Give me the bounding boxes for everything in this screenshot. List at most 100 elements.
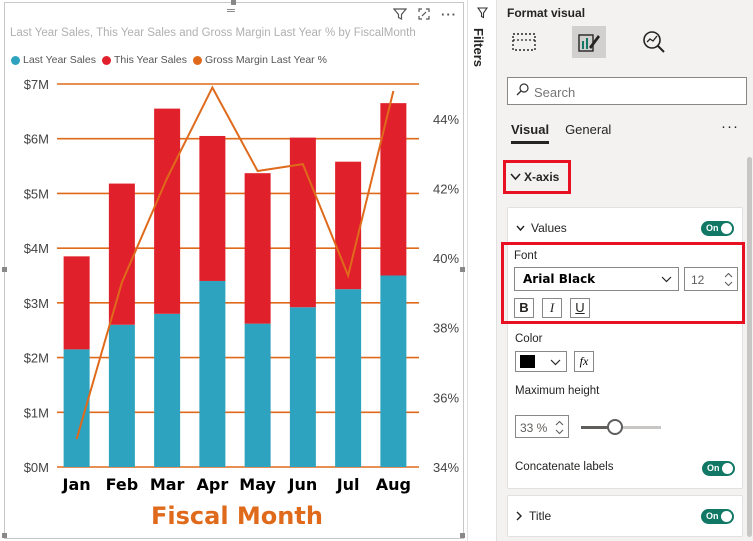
bar-this-year-sales xyxy=(108,183,135,325)
y-tick-label: $5M xyxy=(24,186,49,201)
filters-pane-collapsed[interactable]: Filters xyxy=(467,0,496,541)
bar-last-year-sales xyxy=(244,323,271,467)
section-label: X-axis xyxy=(524,170,560,184)
concatenate-toggle[interactable]: On xyxy=(702,461,735,476)
bold-button[interactable]: B xyxy=(514,298,534,318)
analytics-icon[interactable] xyxy=(637,26,671,58)
color-swatch xyxy=(520,355,535,368)
bar-last-year-sales xyxy=(380,275,407,467)
x-axis-title: Fiscal Month xyxy=(151,502,323,530)
title-header[interactable]: Title xyxy=(516,509,551,523)
bar-last-year-sales xyxy=(108,324,135,467)
bar-last-year-sales xyxy=(289,307,316,467)
conditional-format-button[interactable]: fx xyxy=(574,351,594,372)
chart-visual[interactable]: ═ ··· Last Year Sales, This Year Sales a… xyxy=(2,0,465,539)
max-height-label: Maximum height xyxy=(515,385,600,397)
title-label: Title xyxy=(529,509,552,523)
chevron-down-icon xyxy=(510,173,521,181)
max-height-stepper[interactable]: 33 % xyxy=(515,415,569,438)
search-icon xyxy=(516,83,529,99)
y-tick-label: $4M xyxy=(24,241,49,256)
bar-this-year-sales xyxy=(335,161,362,290)
x-tick-label: May xyxy=(239,475,276,494)
x-tick-label: Jul xyxy=(336,475,360,494)
build-visual-icon[interactable] xyxy=(507,26,541,58)
x-tick-label: Feb xyxy=(106,475,139,494)
values-toggle[interactable]: On xyxy=(701,221,734,236)
underline-button[interactable]: U xyxy=(570,298,590,318)
toggle-label: On xyxy=(706,511,719,521)
toggle-knob xyxy=(721,511,732,522)
format-search[interactable] xyxy=(507,77,747,105)
chevron-right-icon xyxy=(516,511,522,521)
y2-tick-label: 42% xyxy=(433,181,459,196)
font-settings-group: Font Arial Black 12 B I U xyxy=(501,242,745,324)
resize-handle[interactable] xyxy=(231,0,236,5)
x-tick-label: Jun xyxy=(288,475,318,494)
title-card: Title On xyxy=(507,495,743,537)
y2-tick-label: 40% xyxy=(433,251,459,266)
pane-title: Format visual xyxy=(507,6,586,20)
bar-last-year-sales xyxy=(154,313,181,467)
toggle-knob xyxy=(722,463,733,474)
italic-button[interactable]: I xyxy=(542,298,562,318)
concatenate-label: Concatenate labels xyxy=(515,461,614,473)
bar-last-year-sales xyxy=(335,289,362,467)
x-tick-label: Apr xyxy=(197,475,229,494)
y-tick-label: $3M xyxy=(24,296,49,311)
resize-handle[interactable] xyxy=(2,267,7,272)
values-label: Values xyxy=(531,221,567,235)
title-toggle[interactable]: On xyxy=(701,509,734,524)
chevron-down-icon xyxy=(516,225,525,231)
bar-this-year-sales xyxy=(289,137,316,308)
resize-handle[interactable] xyxy=(460,267,465,272)
chart-plot: $0M $1M $2M $3M $4M $5M $6M $7M 34% 36% 38% 40% 42% 4… xyxy=(24,77,460,494)
format-tabs: Visual General xyxy=(511,122,611,144)
y2-tick-label: 44% xyxy=(433,112,459,127)
font-family-value: Arial Black xyxy=(523,272,596,286)
tab-general[interactable]: General xyxy=(565,122,611,144)
filter-funnel-icon xyxy=(476,7,489,22)
x-tick-label: Jan xyxy=(62,475,91,494)
spin-arrows-icon[interactable] xyxy=(724,272,733,287)
y-tick-label: $2M xyxy=(24,351,49,366)
format-visual-icon[interactable] xyxy=(572,26,606,58)
max-height-slider[interactable] xyxy=(581,419,661,435)
y-tick-label: $1M xyxy=(24,405,49,420)
more-options-button[interactable]: ··· xyxy=(721,118,739,135)
x-tick-label: Aug xyxy=(376,475,411,494)
font-label: Font xyxy=(514,250,538,262)
x-tick-label: Mar xyxy=(150,475,185,494)
chevron-down-icon xyxy=(550,359,561,366)
x-axis-section-header[interactable]: X-axis xyxy=(503,160,571,194)
format-pane: Format visual Visual General ··· X-axis … xyxy=(496,0,753,541)
bar-this-year-sales xyxy=(244,173,271,324)
font-family-dropdown[interactable]: Arial Black xyxy=(514,267,679,291)
bar-this-year-sales xyxy=(63,256,90,350)
filters-label: Filters xyxy=(471,28,486,68)
y-tick-label: $7M xyxy=(24,77,49,92)
spin-arrows-icon[interactable] xyxy=(555,420,564,435)
bar-this-year-sales xyxy=(154,108,181,314)
resize-handle[interactable] xyxy=(2,533,7,538)
tab-visual[interactable]: Visual xyxy=(511,122,550,144)
y-tick-label: $0M xyxy=(24,460,49,475)
bar-last-year-sales xyxy=(199,280,226,467)
font-size-value: 12 xyxy=(691,273,705,287)
max-height-value: 33 % xyxy=(520,421,548,435)
y2-tick-label: 36% xyxy=(433,390,459,405)
bar-this-year-sales xyxy=(199,135,226,281)
y-tick-label: $6M xyxy=(24,132,49,147)
y2-tick-label: 34% xyxy=(433,460,459,475)
resize-handle[interactable] xyxy=(460,533,465,538)
search-input[interactable] xyxy=(532,81,741,103)
y2-tick-label: 38% xyxy=(433,321,459,336)
color-picker[interactable] xyxy=(515,351,567,372)
values-header[interactable]: Values xyxy=(516,221,567,235)
toggle-knob xyxy=(721,223,732,234)
font-size-stepper[interactable]: 12 xyxy=(684,267,738,291)
chevron-down-icon xyxy=(661,276,672,283)
pane-scrollbar[interactable] xyxy=(747,157,752,537)
color-label: Color xyxy=(515,333,543,345)
toggle-label: On xyxy=(706,223,719,233)
